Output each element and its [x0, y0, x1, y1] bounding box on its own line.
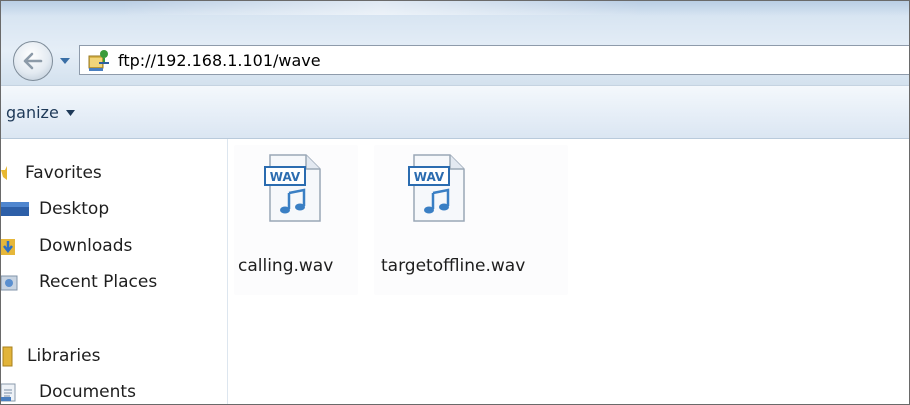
desktop-icon: [1, 202, 29, 216]
nav-item-libraries[interactable]: Libraries: [1, 342, 100, 370]
organize-button[interactable]: ganize: [6, 103, 75, 123]
address-bar[interactable]: ftp://192.168.1.101/wave: [79, 45, 909, 75]
recent-pages-button[interactable]: [57, 53, 73, 69]
nav-item-desktop[interactable]: Desktop: [1, 195, 109, 223]
nav-item-label: Recent Places: [39, 272, 158, 292]
back-button[interactable]: [13, 41, 53, 81]
wav-file-icon: WAV: [264, 154, 321, 222]
nav-item-label: Documents: [39, 382, 136, 402]
recent-places-icon: [1, 275, 18, 291]
nav-item-label: Desktop: [39, 199, 110, 219]
nav-item-favorites[interactable]: Favorites: [1, 159, 102, 187]
command-bar: ganize: [1, 85, 909, 139]
chevron-down-icon: [60, 58, 70, 64]
explorer-window: ftp://192.168.1.101/wave ganize Favorite…: [0, 0, 910, 405]
nav-item-label: Favorites: [25, 163, 102, 183]
wav-file-icon: WAV: [408, 154, 465, 222]
downloads-icon: [1, 239, 15, 255]
chevron-down-icon: [65, 110, 75, 116]
star-icon: [1, 166, 7, 180]
ftp-location-icon: [88, 50, 109, 71]
organize-label: ganize: [6, 103, 59, 122]
glass-highlight: [121, 1, 641, 15]
nav-item-label: Downloads: [39, 236, 133, 256]
back-arrow-icon: [23, 52, 43, 70]
wav-badge-label: WAV: [414, 170, 445, 184]
nav-item-downloads[interactable]: Downloads: [1, 232, 132, 260]
wav-badge-label: WAV: [270, 170, 301, 184]
nav-item-recent-places[interactable]: Recent Places: [1, 268, 157, 296]
nav-item-documents[interactable]: Documents: [1, 378, 136, 404]
file-name: targetoffline.wav: [381, 256, 526, 276]
navigation-pane: Favorites Desktop Downloads Recent Place…: [1, 139, 228, 404]
file-name: calling.wav: [238, 256, 334, 276]
documents-icon: [1, 383, 16, 402]
file-item-calling[interactable]: WAV calling.wav: [234, 145, 358, 295]
nav-item-label: Libraries: [27, 346, 101, 366]
libraries-icon: [2, 346, 13, 367]
file-list: WAV calling.wav WAV targetoffline.wav: [228, 139, 909, 404]
file-item-targetoffline[interactable]: WAV targetoffline.wav: [374, 145, 568, 295]
address-path: ftp://192.168.1.101/wave: [118, 51, 321, 70]
title-bar: ftp://192.168.1.101/wave: [1, 1, 909, 85]
